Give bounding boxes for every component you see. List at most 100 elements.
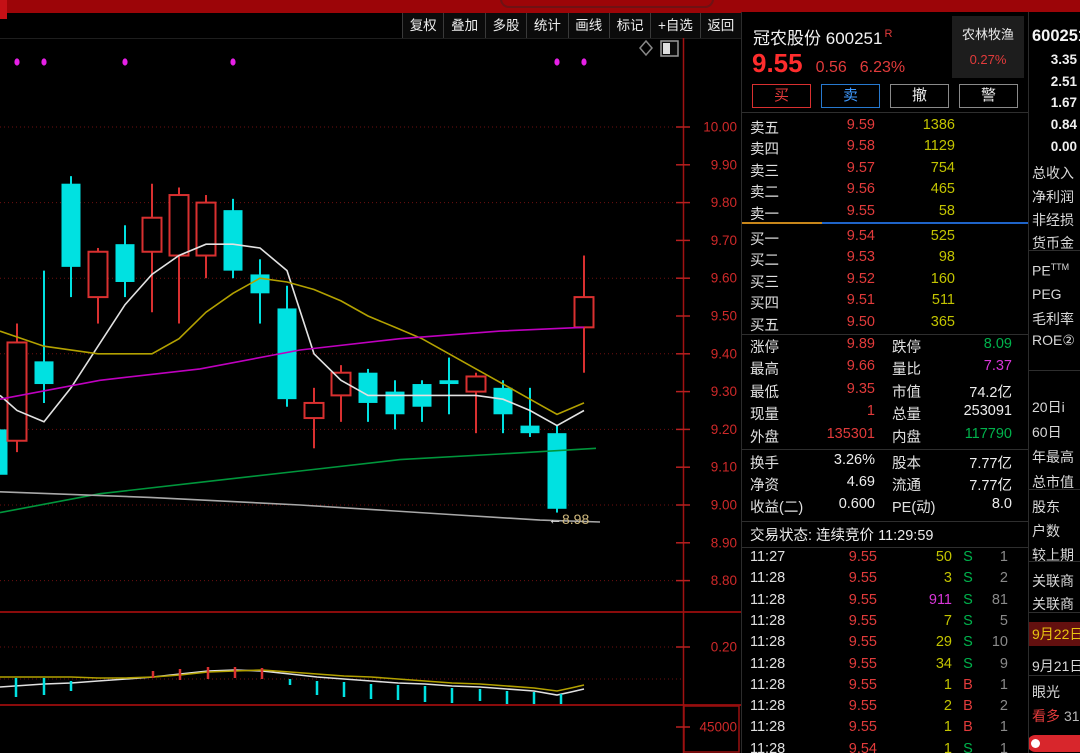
candle-down bbox=[250, 274, 270, 294]
trade-time: 11:27 bbox=[750, 549, 786, 565]
trade-time: 11:28 bbox=[750, 612, 786, 629]
trade-time: 11:28 bbox=[750, 719, 786, 736]
toolbar-button-2[interactable]: 叠加 bbox=[444, 13, 486, 39]
pill-dot-icon bbox=[1031, 739, 1040, 748]
price-tick-label: 9.60 bbox=[711, 271, 737, 286]
candle-down bbox=[520, 425, 540, 434]
volume-tick-label: 45000 bbox=[699, 720, 737, 735]
candle-up bbox=[141, 216, 163, 253]
trade-side: S bbox=[963, 612, 973, 629]
trade-volume: 3 bbox=[943, 570, 952, 587]
price-tick-label: 9.70 bbox=[711, 233, 737, 248]
price-tick-label: 9.00 bbox=[711, 498, 737, 513]
sell-button[interactable]: 卖 bbox=[821, 84, 880, 108]
trade-side: S bbox=[963, 570, 973, 587]
sidebar-date-tab[interactable]: 9月22日 bbox=[1029, 622, 1080, 646]
candle-down bbox=[0, 429, 8, 475]
event-marker-dot bbox=[581, 58, 587, 66]
divider bbox=[742, 521, 1028, 522]
stat-label: 现量 bbox=[750, 407, 779, 424]
price-row: 9.55 0.56 6.23% bbox=[752, 48, 905, 79]
trade-time: 11:28 bbox=[750, 570, 786, 587]
trade-volume: 1 bbox=[943, 740, 952, 753]
trade-volume: 7 bbox=[943, 612, 952, 629]
sidebar-value: 1.67 bbox=[1050, 95, 1077, 110]
industry-change: 0.27% bbox=[969, 52, 1007, 67]
sidebar-item: ROE② bbox=[1032, 332, 1075, 348]
industry-box[interactable]: 农林牧渔 0.27% bbox=[952, 16, 1024, 78]
level-volume: 98 bbox=[938, 249, 955, 266]
stat-label: 收益(二) bbox=[750, 500, 804, 516]
industry-name: 农林牧渔 bbox=[961, 27, 1014, 42]
candle-up bbox=[465, 375, 487, 393]
last-price: 9.55 bbox=[752, 48, 803, 78]
price-tick-label: 9.90 bbox=[711, 157, 737, 172]
divider bbox=[742, 112, 1028, 113]
trade-price: 9.55 bbox=[848, 549, 877, 565]
trade-time: 11:28 bbox=[750, 698, 786, 715]
level-label: 卖二 bbox=[750, 185, 779, 202]
trade-count: 1 bbox=[999, 549, 1008, 565]
divider bbox=[742, 547, 1028, 548]
price-tick-label: 9.10 bbox=[711, 460, 737, 475]
stat-label: 涨停 bbox=[750, 340, 779, 356]
stock-code: 600251 bbox=[825, 29, 883, 48]
level-label: 卖五 bbox=[750, 121, 779, 137]
toolbar-button-3[interactable]: 多股 bbox=[486, 13, 528, 39]
alert-button[interactable]: 警 bbox=[959, 84, 1018, 108]
sidebar-divider-line bbox=[1029, 250, 1080, 251]
trade-side: S bbox=[963, 549, 973, 565]
sidebar-red-pill[interactable] bbox=[1029, 735, 1080, 752]
trade-side: B bbox=[963, 676, 973, 693]
trade-price: 9.55 bbox=[848, 719, 877, 736]
trade-price: 9.55 bbox=[848, 698, 877, 715]
stat-value: 3.26% bbox=[833, 452, 875, 468]
diamond-icon[interactable] bbox=[639, 39, 653, 57]
event-marker-dot bbox=[230, 58, 236, 66]
search-box-partial[interactable] bbox=[500, 0, 714, 8]
sidebar-item: 非经损 bbox=[1032, 212, 1074, 228]
candle-down bbox=[115, 244, 135, 282]
price-tick-label: 9.50 bbox=[711, 309, 737, 324]
level-price: 9.58 bbox=[846, 138, 875, 155]
cancel-button[interactable]: 撤 bbox=[890, 84, 949, 108]
buy-button[interactable]: 买 bbox=[752, 84, 811, 108]
split-view-icon-fill bbox=[663, 43, 670, 54]
toolbar-button-5[interactable]: 画线 bbox=[569, 13, 610, 39]
trade-side: S bbox=[963, 740, 973, 753]
trade-price: 9.55 bbox=[848, 676, 877, 693]
toolbar-button-7[interactable]: +自选 bbox=[651, 13, 701, 39]
sidebar-item: PETTM bbox=[1032, 262, 1070, 279]
level-price: 9.53 bbox=[846, 249, 875, 266]
sidebar-value: 3.35 bbox=[1050, 52, 1077, 67]
toolbar-button-6[interactable]: 标记 bbox=[610, 13, 652, 39]
price-tick-label: 9.20 bbox=[711, 422, 737, 437]
price-tick-label: 9.80 bbox=[711, 195, 737, 210]
stat-label: 流通 bbox=[892, 478, 921, 494]
level-label: 卖四 bbox=[750, 142, 779, 159]
trade-volume: 911 bbox=[928, 591, 952, 608]
toolbar-button-4[interactable]: 统计 bbox=[527, 13, 569, 39]
trade-side: B bbox=[963, 719, 973, 736]
stat-label: 换手 bbox=[750, 456, 779, 472]
price-change-pct: 6.23% bbox=[859, 59, 906, 76]
level-volume: 1386 bbox=[922, 117, 955, 133]
stat-value: 74.2亿 bbox=[969, 384, 1012, 401]
stat-label: 净资 bbox=[750, 478, 779, 494]
level-price: 9.56 bbox=[846, 181, 875, 198]
sidebar-item: 9月21日 bbox=[1032, 658, 1080, 674]
low-price-annotation: ←8.98 bbox=[548, 511, 589, 527]
toolbar-button-1[interactable]: 复权 bbox=[403, 13, 445, 39]
toolbar-button-8[interactable]: 返回 bbox=[701, 13, 743, 39]
price-tick-label: 10.00 bbox=[703, 120, 737, 135]
trade-count: 81 bbox=[991, 591, 1008, 608]
indicator-tick-label: 0.20 bbox=[711, 640, 737, 655]
stat-value: 9.89 bbox=[846, 336, 875, 352]
stat-label: 跌停 bbox=[892, 340, 921, 356]
price-tick-label: 9.30 bbox=[711, 384, 737, 399]
kline-chart[interactable]: ←8.98 10.00 9.90 9.80 9.70 9.60 9.50 9.40 9.30 9.… bbox=[0, 38, 742, 753]
trade-volume: 1 bbox=[943, 676, 952, 693]
level-label: 买二 bbox=[750, 253, 779, 270]
level-label: 买一 bbox=[750, 232, 779, 248]
stat-label: 最高 bbox=[750, 362, 779, 379]
